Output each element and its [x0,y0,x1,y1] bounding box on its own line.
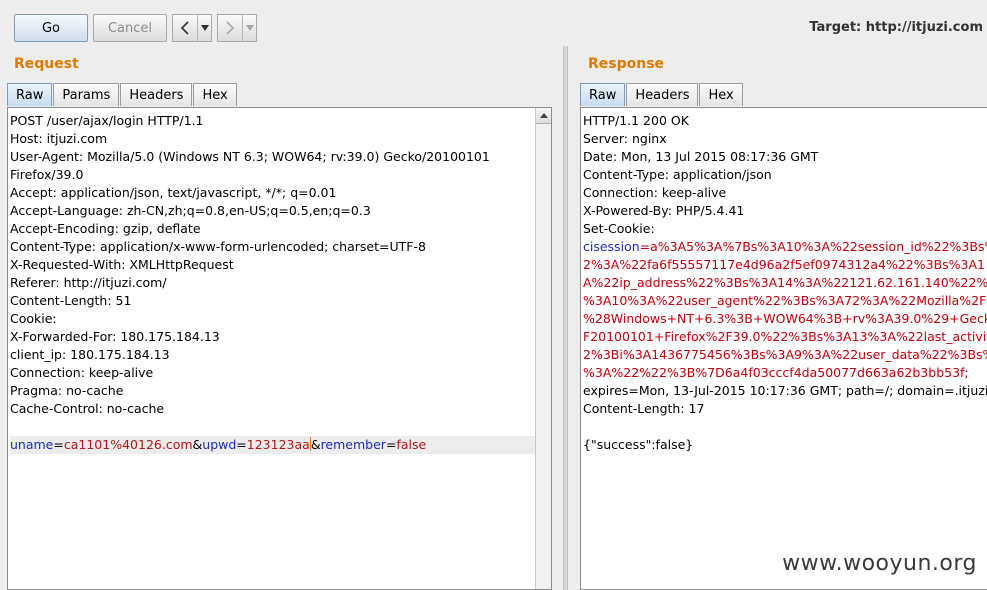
request-title: Request [14,56,79,72]
scroll-up-arrow-icon[interactable] [536,108,551,124]
cookie-value: =a%3A5%3A%7Bs%3A10%3A%22session_id%22%3B… [639,239,987,254]
go-button[interactable]: Go [14,14,88,42]
tab-raw[interactable]: Raw [7,83,53,106]
request-tabs: Raw Params Headers Hex [7,83,238,106]
request-line: Cookie: [10,311,57,326]
response-line: Set-Cookie: [583,221,655,236]
response-line: Date: Mon, 13 Jul 2015 08:17:36 GMT [583,149,819,164]
request-line: POST /user/ajax/login HTTP/1.1 [10,113,204,128]
request-panel: Request Raw Params Headers Hex POST /use… [0,46,563,590]
chevron-left-icon[interactable] [173,15,198,41]
param-key: remember [320,437,386,452]
request-line: Firefox/39.0 [10,167,84,182]
request-line: Pragma: no-cache [10,383,124,398]
tab-headers[interactable]: Headers [120,83,193,106]
response-line: Server: nginx [583,131,667,146]
response-tabs: Raw Headers Hex [580,83,744,106]
param-value: ca1101%40126.com [63,437,193,452]
response-line: Content-Length: 17 [583,401,705,416]
param-separator: = [385,437,397,452]
cookie-line: A%22ip_address%22%3Bs%3A14%3A%22121.62.1… [583,274,987,292]
request-line [10,418,535,436]
request-body-line: uname=ca1101%40126.com&upwd=123123aa&rem… [10,436,535,454]
request-line: X-Requested-With: XMLHttpRequest [10,257,234,272]
request-lines: POST /user/ajax/login HTTP/1.1 Host: itju… [10,112,535,454]
chevron-right-icon[interactable] [218,15,243,41]
cookie-value: F20100101+Firefox%2F39.0%22%3Bs%3A13%3A%… [583,329,987,344]
param-key: upwd [202,437,237,452]
toolbar: Go Cancel Target: http://itjuzi.com [0,0,987,46]
param-separator: = [53,437,64,452]
param-value: false [396,437,427,452]
dropdown-icon[interactable] [243,15,256,41]
response-lines: HTTP/1.1 200 OK Server: nginx Date: Mon, 1… [583,112,987,454]
tab-hex[interactable]: Hex [193,83,237,106]
param-value: 123123aa [246,437,310,452]
request-line: Accept-Encoding: gzip, deflate [10,221,201,236]
response-editor[interactable]: HTTP/1.1 200 OK Server: nginx Date: Mon, 1… [580,107,987,590]
response-line: X-Powered-By: PHP/5.4.41 [583,203,745,218]
forward-nav-button[interactable] [217,14,257,42]
scrollbar[interactable] [535,108,551,589]
tab-headers[interactable]: Headers [626,83,699,106]
back-nav-button[interactable] [172,14,212,42]
response-line: Connection: keep-alive [583,185,727,200]
cookie-line: F20100101+Firefox%2F39.0%22%3Bs%3A13%3A%… [583,328,987,346]
dropdown-icon[interactable] [198,15,211,41]
response-line: expires=Mon, 13-Jul-2015 10:17:36 GMT; p… [583,383,987,398]
request-line: Accept-Language: zh-CN,zh;q=0.8,en-US;q=… [10,203,371,218]
request-line: client_ip: 180.175.184.13 [10,347,170,362]
cookie-value: %28Windows+NT+6.3%3B+WOW64%3B+rv%3A39.0%… [583,311,987,326]
param-separator: & [310,437,321,452]
cookie-line: %3A%22%22%3B%7D6a4f03cccf4da50077d663a62… [583,364,987,382]
request-line: X-Forwarded-For: 180.175.184.13 [10,329,220,344]
cookie-value: 2%3A%22fa6f55557117e4d96a2f5ef0974312a4%… [583,257,986,272]
cookie-line: 2%3A%22fa6f55557117e4d96a2f5ef0974312a4%… [583,256,987,274]
target-label: Target: http://itjuzi.com [809,20,983,35]
request-line: User-Agent: Mozilla/5.0 (Windows NT 6.3;… [10,149,490,164]
response-line: HTTP/1.1 200 OK [583,113,689,128]
request-line: Content-Type: application/x-www-form-url… [10,239,426,254]
request-line: Content-Length: 51 [10,293,132,308]
response-panel: Response Raw Headers Hex HTTP/1.1 200 OK… [568,46,987,590]
cookie-value: %3A%22%22%3B%7D6a4f03cccf4da50077d663a62… [583,365,969,380]
param-separator: = [236,437,247,452]
request-line: Host: itjuzi.com [10,131,108,146]
request-line: Cache-Control: no-cache [10,401,165,416]
cookie-line: %28Windows+NT+6.3%3B+WOW64%3B+rv%3A39.0%… [583,310,987,328]
cookie-value: 2%3Bi%3A1436775456%3Bs%3A9%3A%22user_dat… [583,347,987,362]
tab-params[interactable]: Params [53,83,120,106]
request-line: Accept: application/json, text/javascrip… [10,185,337,200]
request-editor[interactable]: POST /user/ajax/login HTTP/1.1 Host: itju… [7,107,552,590]
cookie-key: cisession [583,239,640,254]
param-key: uname [10,437,54,452]
cookie-line: %3A10%3A%22user_agent%22%3Bs%3A72%3A%22M… [583,292,987,310]
response-line [583,418,987,436]
request-line: Connection: keep-alive [10,365,154,380]
cookie-value: %3A10%3A%22user_agent%22%3Bs%3A72%3A%22M… [583,293,987,308]
cookie-value: A%22ip_address%22%3Bs%3A14%3A%22121.62.1… [583,275,987,290]
response-line: Content-Type: application/json [583,167,772,182]
tab-hex[interactable]: Hex [699,83,743,106]
cookie-line: 2%3Bi%3A1436775456%3Bs%3A9%3A%22user_dat… [583,346,987,364]
response-line: {"success":false} [583,437,694,452]
watermark: www.wooyun.org [782,551,977,576]
tab-raw[interactable]: Raw [580,83,626,106]
request-line: Referer: http://itjuzi.com/ [10,275,167,290]
cookie-line: cisession=a%3A5%3A%7Bs%3A10%3A%22session… [583,238,987,256]
cancel-button[interactable]: Cancel [93,14,167,42]
response-title: Response [588,56,665,72]
param-separator: & [192,437,203,452]
